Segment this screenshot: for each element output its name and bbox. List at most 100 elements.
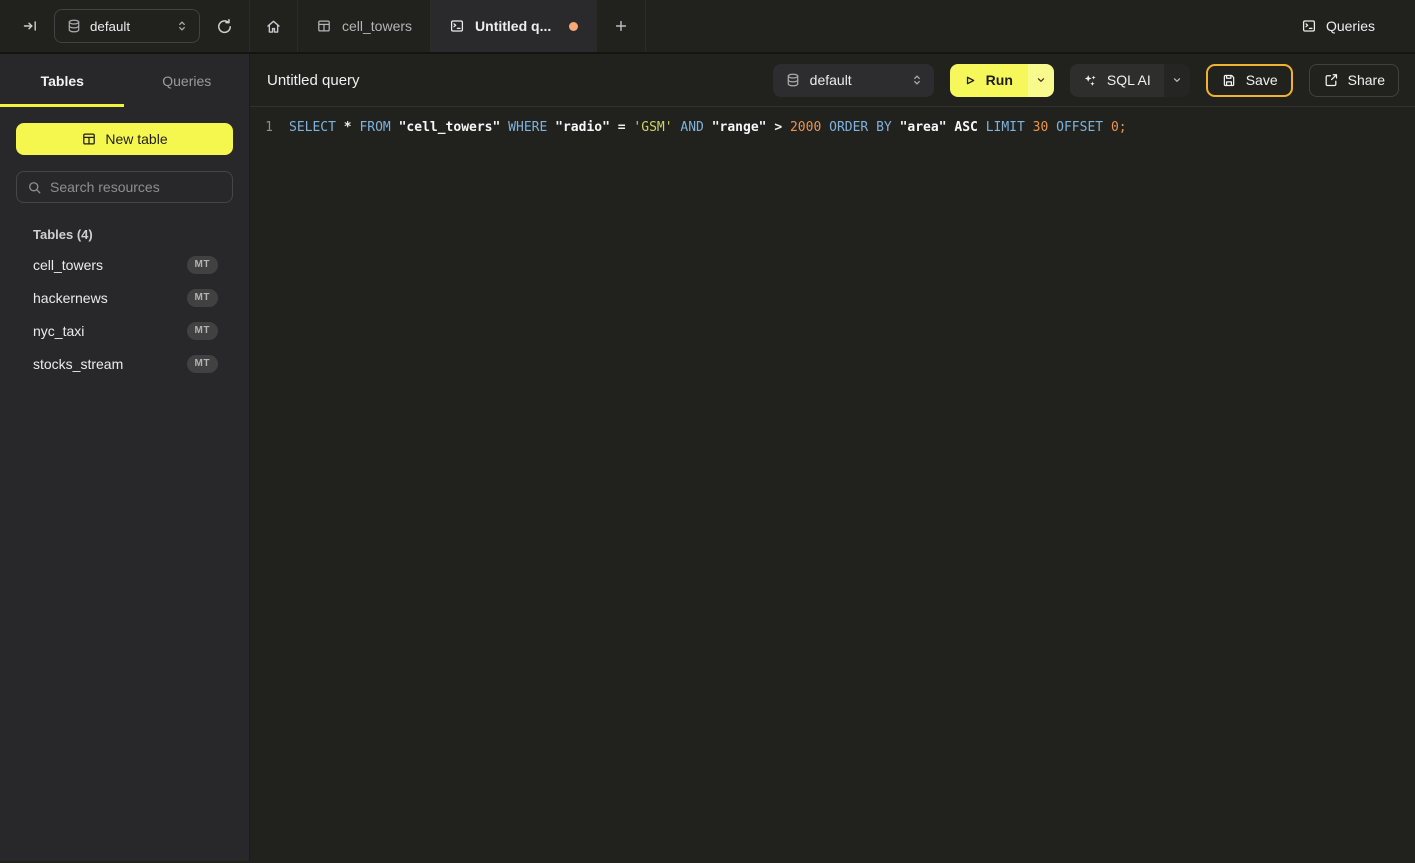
sql-token <box>500 120 508 135</box>
sql-token: SELECT <box>289 120 336 135</box>
table-engine-badge: MT <box>187 289 218 307</box>
content: Tables Queries New table Tables (4) <box>0 54 1415 861</box>
run-button-main[interactable]: Run <box>950 64 1028 97</box>
sparkles-icon <box>1082 72 1098 88</box>
sql-token <box>978 120 986 135</box>
queries-button-label: Queries <box>1326 18 1375 34</box>
refresh-button[interactable] <box>212 14 237 39</box>
share-button[interactable]: Share <box>1309 64 1399 97</box>
sql-token: = <box>618 120 626 135</box>
sidebar-tabs: Tables Queries <box>0 54 249 107</box>
sidebar-tab-tables[interactable]: Tables <box>0 54 125 107</box>
floppy-icon <box>1221 72 1237 88</box>
refresh-icon <box>216 18 233 35</box>
topbar-database-selector[interactable]: default <box>54 9 200 43</box>
table-name: stocks_stream <box>33 356 123 372</box>
table-engine-badge: MT <box>187 256 218 274</box>
sql-token <box>1025 120 1033 135</box>
sql-token <box>1048 120 1056 135</box>
tab-cell-towers[interactable]: cell_towers <box>298 0 431 52</box>
queries-button[interactable]: Queries <box>1285 0 1415 52</box>
sql-token <box>892 120 900 135</box>
query-toolbar: Untitled query default <box>250 54 1415 107</box>
sql-token <box>704 120 712 135</box>
table-list-item[interactable]: nyc_taxi MT <box>0 314 249 347</box>
tab-label: Untitled q... <box>475 18 551 34</box>
sql-token: "area" <box>900 120 947 135</box>
new-table-button-label: New table <box>105 131 167 147</box>
tabbar: cell_towers Untitled q... <box>250 0 1285 52</box>
sql-token: FROM <box>359 120 390 135</box>
topbar-left-section: default <box>0 0 250 52</box>
tables-section-title: Tables (4) <box>0 227 249 248</box>
table-list-item[interactable]: cell_towers MT <box>0 248 249 281</box>
collapse-sidebar-button[interactable] <box>18 14 42 38</box>
sql-token <box>547 120 555 135</box>
toolbar-actions: default Run <box>773 64 1399 97</box>
new-tab-button[interactable] <box>597 0 646 52</box>
sql-token: LIMIT <box>986 120 1025 135</box>
table-list-item[interactable]: hackernews MT <box>0 281 249 314</box>
sidebar-tab-queries[interactable]: Queries <box>125 54 250 107</box>
sql-token <box>782 120 790 135</box>
main-panel: Untitled query default <box>250 54 1415 861</box>
topbar: default <box>0 0 1415 54</box>
unsaved-changes-dot <box>569 22 578 31</box>
sql-token: "range" <box>712 120 767 135</box>
table-name: cell_towers <box>33 257 103 273</box>
sql-editor[interactable]: 1 SELECT * FROM "cell_towers" WHERE "rad… <box>250 107 1415 861</box>
sql-ai-button-label: SQL AI <box>1107 72 1151 88</box>
sql-token <box>610 120 618 135</box>
sql-ai-button[interactable]: SQL AI <box>1070 64 1190 97</box>
sql-token: "cell_towers" <box>399 120 501 135</box>
sql-token: ORDER BY <box>829 120 892 135</box>
table-name: nyc_taxi <box>33 323 84 339</box>
editor-line-number: 1 <box>250 116 273 861</box>
sql-token <box>336 120 344 135</box>
toolbar-database-value: default <box>810 72 901 88</box>
sql-token: 'GSM' <box>633 120 672 135</box>
tab-home[interactable] <box>250 0 298 52</box>
tables-list: cell_towers MT hackernews MT nyc_taxi MT… <box>0 248 249 380</box>
run-options-caret[interactable] <box>1028 64 1054 97</box>
toolbar-database-selector[interactable]: default <box>773 64 934 97</box>
run-button-label: Run <box>986 72 1013 88</box>
run-button[interactable]: Run <box>950 64 1054 97</box>
sql-code-line[interactable]: SELECT * FROM "cell_towers" WHERE "radio… <box>273 116 1127 861</box>
sql-token: 30 <box>1033 120 1049 135</box>
save-button[interactable]: Save <box>1206 64 1293 97</box>
sql-token: > <box>774 120 782 135</box>
table-name: hackernews <box>33 290 108 306</box>
database-icon <box>66 18 82 34</box>
table-engine-badge: MT <box>187 355 218 373</box>
table-list-item[interactable]: stocks_stream MT <box>0 347 249 380</box>
terminal-icon <box>1301 18 1317 34</box>
sql-token: AND <box>680 120 703 135</box>
chevron-down-icon <box>1035 74 1047 86</box>
sql-token: ; <box>1119 120 1127 135</box>
tab-untitled-query[interactable]: Untitled q... <box>431 0 597 52</box>
sql-token: WHERE <box>508 120 547 135</box>
sql-ai-button-main[interactable]: SQL AI <box>1070 64 1164 97</box>
database-icon <box>785 72 801 88</box>
search-icon <box>27 180 42 195</box>
table-icon <box>81 131 97 147</box>
new-table-button[interactable]: New table <box>16 123 233 155</box>
search-input[interactable] <box>50 179 231 195</box>
sql-token: * <box>344 120 352 135</box>
chevron-up-down-icon <box>175 19 189 33</box>
chevron-up-down-icon <box>910 73 924 87</box>
collapse-sidebar-icon <box>22 18 38 34</box>
sql-token <box>1103 120 1111 135</box>
save-button-label: Save <box>1246 72 1278 88</box>
sql-token: "radio" <box>555 120 610 135</box>
share-button-label: Share <box>1348 72 1385 88</box>
sql-token: 2000 <box>790 120 821 135</box>
sql-ai-options-caret[interactable] <box>1164 64 1190 97</box>
table-engine-badge: MT <box>187 322 218 340</box>
sql-token: 0 <box>1111 120 1119 135</box>
sql-token <box>821 120 829 135</box>
search-box[interactable] <box>16 171 233 203</box>
sidebar: Tables Queries New table Tables (4) <box>0 54 250 861</box>
sql-token: ASC <box>954 120 977 135</box>
